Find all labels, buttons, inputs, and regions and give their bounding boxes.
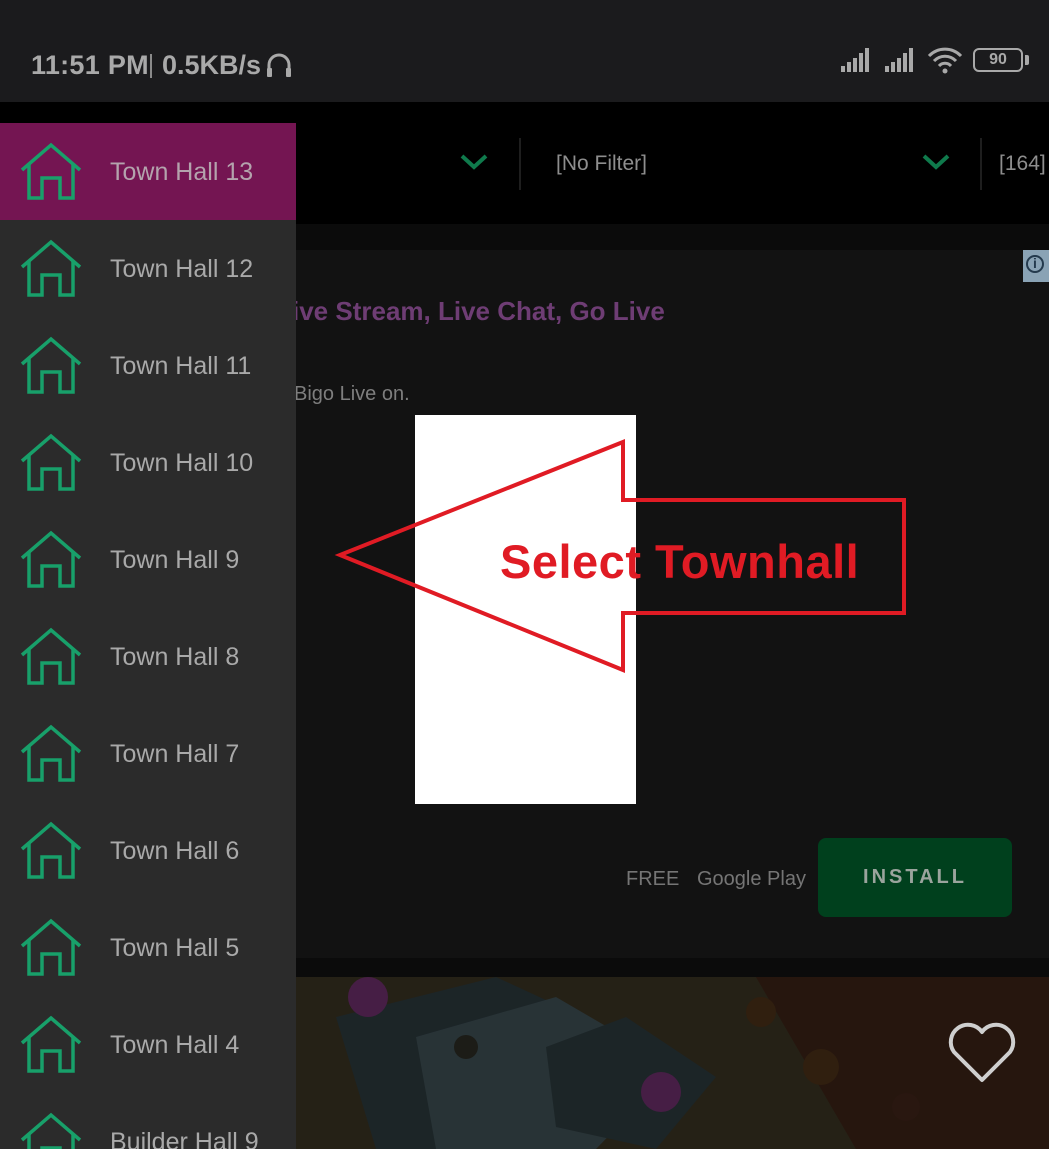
status-time: 11:51 PM — [31, 50, 149, 80]
signal-icon — [841, 48, 869, 72]
drawer-item-label: Town Hall 11 — [110, 352, 252, 380]
annotation-text: Select Townhall — [500, 535, 860, 588]
drawer-item-label: Town Hall 12 — [110, 255, 254, 283]
drawer-item[interactable]: Town Hall 7 — [0, 705, 296, 802]
townhall-drawer: Town Hall 13 Town Hall 12 Town Hall 11 Town… — [0, 123, 296, 1149]
battery-tip — [1025, 55, 1029, 65]
drawer-item[interactable]: Town Hall 4 — [0, 996, 296, 1093]
house-icon — [20, 724, 82, 782]
house-icon — [20, 627, 82, 685]
house-icon — [20, 821, 82, 879]
result-count: [164] — [999, 152, 1046, 175]
status-net-speed: 0.5KB/s — [162, 50, 262, 80]
house-icon — [20, 1112, 82, 1149]
favorite-heart-icon[interactable] — [946, 1020, 1018, 1086]
drawer-item-label: Town Hall 4 — [110, 1031, 240, 1059]
status-separator — [150, 54, 152, 78]
house-icon — [20, 336, 82, 394]
drawer-item[interactable]: Town Hall 10 — [0, 414, 296, 511]
wifi-icon — [927, 47, 963, 74]
drawer-item-label: Town Hall 10 — [110, 449, 254, 477]
drawer-item-label: Town Hall 9 — [110, 546, 240, 574]
base-layout-image[interactable] — [296, 977, 1049, 1149]
house-icon — [20, 530, 82, 588]
house-icon — [20, 1015, 82, 1073]
filter-dropdown[interactable]: [No Filter] — [556, 152, 647, 176]
battery-level: 90 — [989, 51, 1007, 68]
chevron-down-icon[interactable] — [458, 152, 490, 172]
drawer-item-label: Builder Hall 9 — [110, 1128, 259, 1149]
house-icon — [20, 918, 82, 976]
battery-icon: 90 — [973, 48, 1023, 72]
house-icon — [20, 239, 82, 297]
ad-store: Google Play — [697, 868, 806, 890]
house-icon — [20, 142, 82, 200]
status-bar: 11:51 PM 0.5KB/s 90 — [0, 0, 1049, 102]
drawer-item[interactable]: Town Hall 13 — [0, 123, 296, 220]
drawer-item[interactable]: Town Hall 5 — [0, 899, 296, 996]
signal-icon — [885, 48, 913, 72]
drawer-item-label: Town Hall 5 — [110, 934, 240, 962]
ad-title[interactable]: ive Stream, Live Chat, Go Live — [292, 296, 665, 327]
install-button[interactable]: INSTALL — [818, 838, 1012, 917]
drawer-item[interactable]: Town Hall 11 — [0, 317, 296, 414]
drawer-item[interactable]: Town Hall 9 — [0, 511, 296, 608]
ad-price: FREE — [626, 868, 680, 890]
drawer-item-label: Town Hall 6 — [110, 837, 240, 865]
drawer-item-label: Town Hall 13 — [110, 158, 254, 186]
drawer-item-label: Town Hall 7 — [110, 740, 240, 768]
ad-description: Bigo Live on. — [294, 383, 410, 405]
headset-icon — [267, 53, 291, 77]
base-layout-thumbnail — [296, 977, 1049, 1149]
ad-image-placeholder — [415, 415, 636, 804]
drawer-item[interactable]: Builder Hall 9 — [0, 1093, 296, 1149]
ad-info-icon[interactable] — [1023, 250, 1049, 282]
drawer-item-label: Town Hall 8 — [110, 643, 240, 671]
drawer-item[interactable]: Town Hall 12 — [0, 220, 296, 317]
toolbar-divider — [519, 138, 521, 190]
toolbar-divider — [980, 138, 982, 190]
house-icon — [20, 433, 82, 491]
chevron-down-icon[interactable] — [920, 152, 952, 172]
drawer-item[interactable]: Town Hall 8 — [0, 608, 296, 705]
drawer-item[interactable]: Town Hall 6 — [0, 802, 296, 899]
